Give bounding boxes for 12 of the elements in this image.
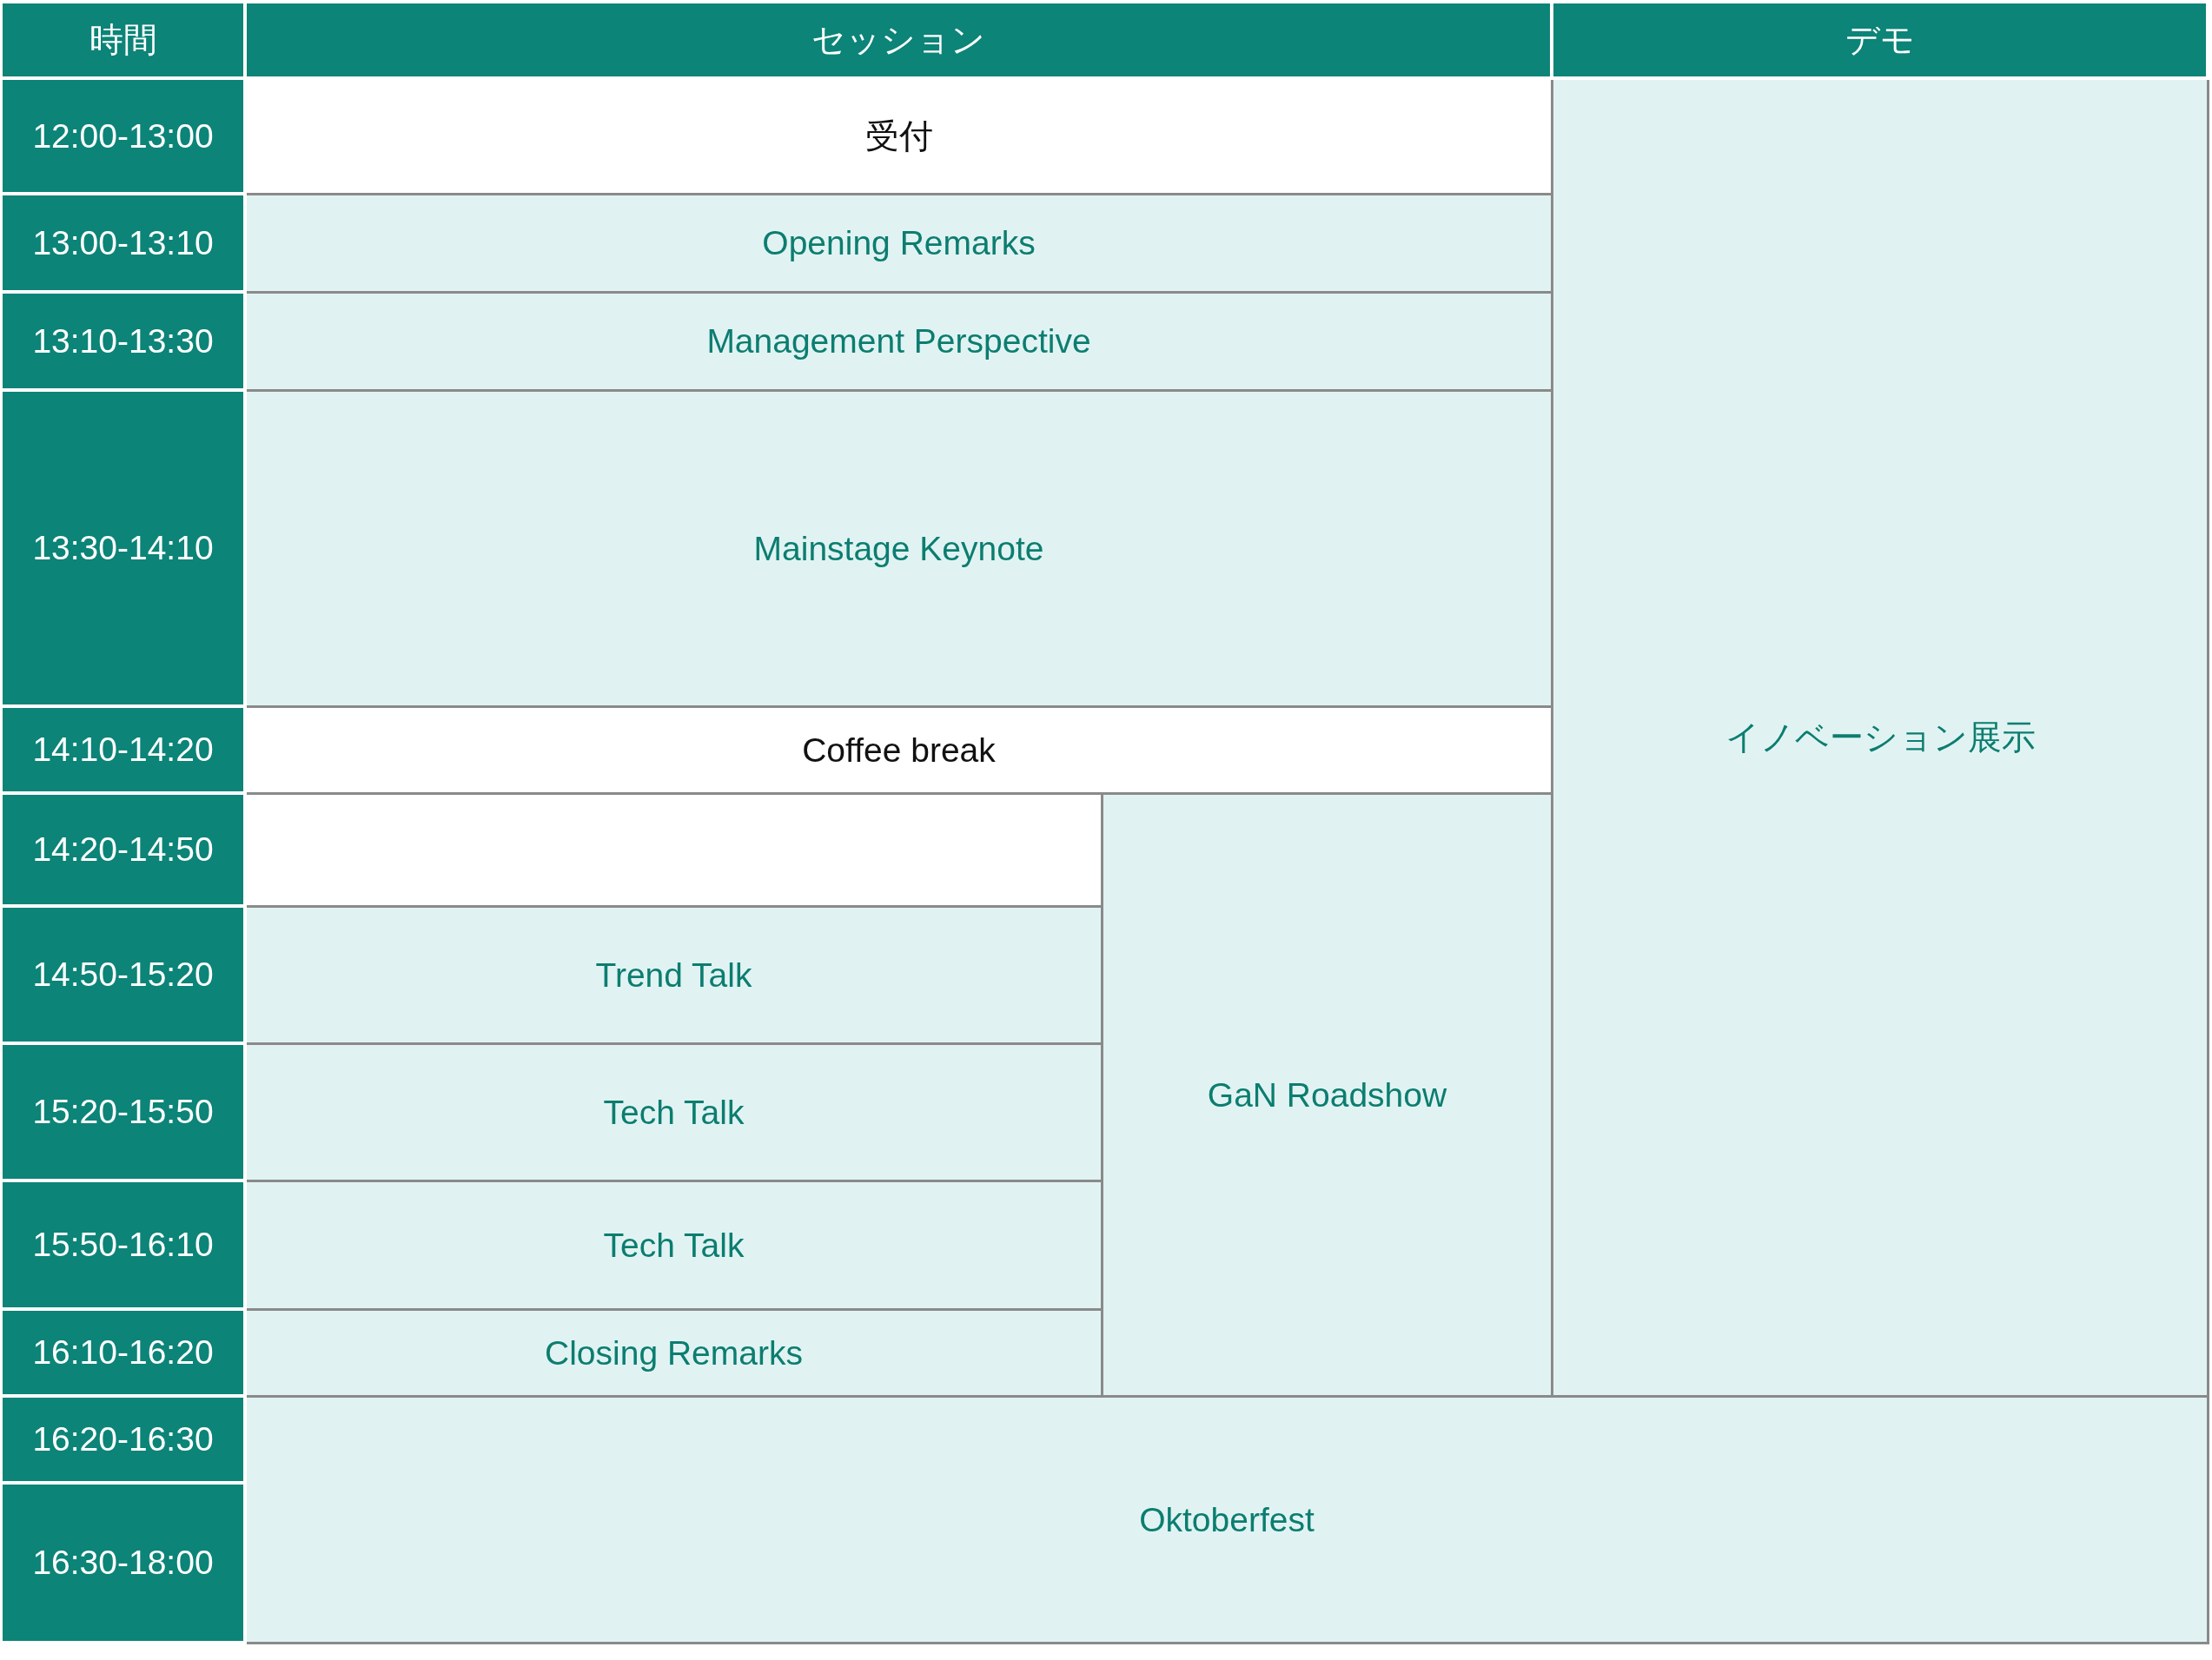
session-cell: Oktoberfest [247, 1398, 2209, 1644]
session-cell: イノベーション展示 [1553, 80, 2209, 1398]
session-cell: Management Perspective [247, 294, 1553, 392]
session-cell: GaN Roadshow [1103, 795, 1553, 1398]
session-cell: Tech Talk [247, 1045, 1103, 1182]
session-cell: Tech Talk [247, 1182, 1103, 1311]
session-cell: Closing Remarks [247, 1311, 1103, 1398]
session-cell: 受付 [247, 80, 1553, 195]
session-cell: Trend Talk [247, 908, 1103, 1045]
session-cell: Mainstage Keynote [247, 392, 1553, 708]
session-cell: Opening Remarks [247, 195, 1553, 294]
session-cell: Coffee break [247, 708, 1553, 795]
